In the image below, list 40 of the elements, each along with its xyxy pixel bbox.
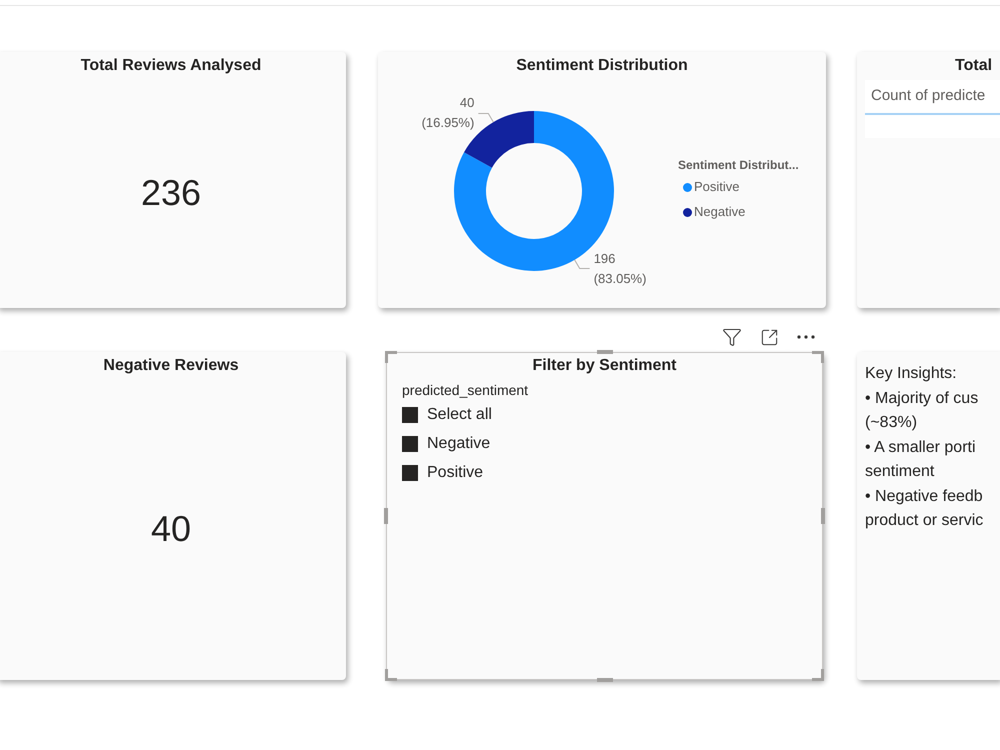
text-line: (~83%): [865, 413, 918, 433]
checkbox[interactable]: [402, 407, 418, 423]
kpi-value: 236: [140, 174, 202, 210]
data-label: 40 (16.95%): [420, 94, 474, 132]
funnel-icon: [722, 327, 742, 347]
text-line: product or servic: [865, 511, 984, 531]
card-title: Sentiment Distribution: [515, 56, 689, 76]
card-title: Negative Reviews: [102, 356, 240, 376]
resize-handle[interactable]: [385, 351, 397, 363]
card-title: Total Reviews Analysed: [80, 56, 262, 76]
resize-handle[interactable]: [596, 678, 612, 682]
leader-line: [574, 259, 590, 270]
checkbox[interactable]: [402, 436, 418, 452]
checkbox[interactable]: [402, 465, 418, 481]
more-icon: [797, 335, 815, 339]
resize-handle[interactable]: [821, 508, 825, 524]
text-line: Key Insights:: [865, 364, 957, 384]
text-line: • Majority of cus: [865, 388, 978, 408]
option-label[interactable]: Negative: [427, 434, 490, 454]
leader-line: [478, 112, 494, 123]
text-line: • Negative feedb: [865, 486, 983, 506]
card-title: Filter by Sentiment: [532, 356, 677, 376]
text-line: • A smaller porti: [865, 438, 976, 458]
slicer-header: predicted_sentiment: [402, 381, 528, 400]
resize-handle[interactable]: [385, 669, 397, 681]
data-label: 196 (83.05%): [594, 250, 648, 288]
resize-handle[interactable]: [384, 508, 388, 524]
option-label[interactable]: Positive: [427, 463, 484, 483]
resize-handle[interactable]: [596, 350, 612, 354]
resize-handle[interactable]: [812, 669, 824, 681]
legend-label: Negative: [694, 204, 746, 220]
legend-label: Positive: [694, 179, 740, 195]
column-header[interactable]: Count of predicte: [865, 80, 1000, 115]
card-title: Total: [954, 56, 994, 76]
text-line: sentiment: [865, 462, 934, 482]
option-label[interactable]: Select all: [427, 405, 492, 425]
expand-icon: [760, 328, 778, 346]
legend-title: Sentiment Distribut...: [678, 157, 799, 173]
kpi-value: 40: [150, 510, 192, 546]
resize-handle[interactable]: [812, 351, 824, 363]
